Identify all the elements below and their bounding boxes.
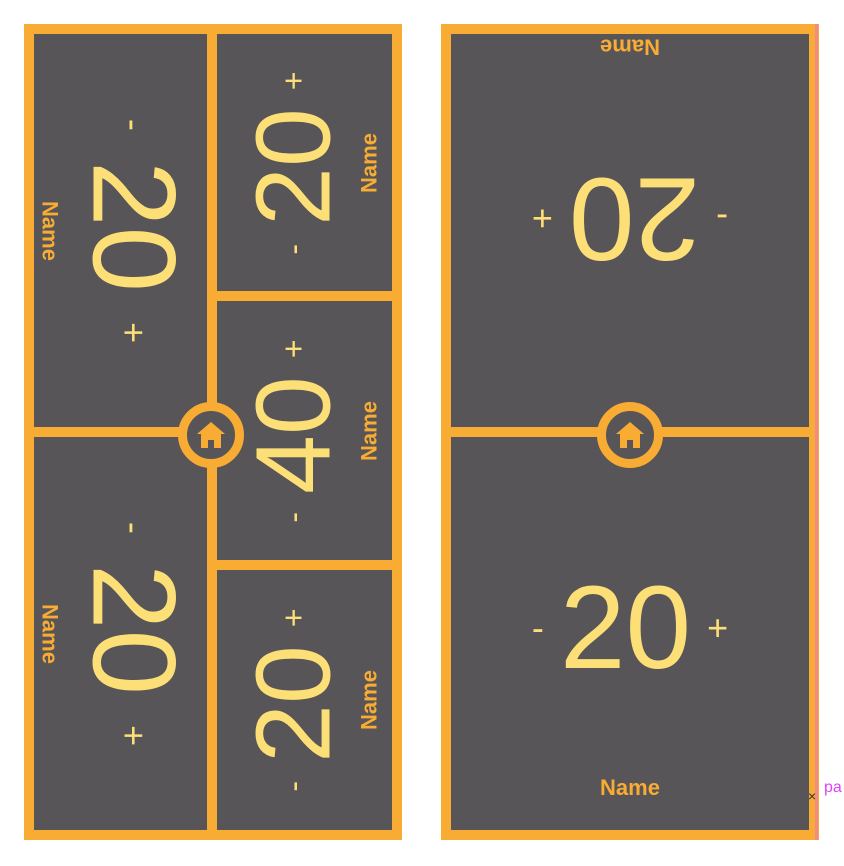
home-icon xyxy=(615,421,645,449)
life-decrement-button[interactable]: - xyxy=(114,94,155,154)
player-name[interactable]: Name xyxy=(600,34,660,59)
player-name[interactable]: Name xyxy=(356,670,381,730)
life-increment-button[interactable]: + xyxy=(275,325,311,372)
life-increment-button[interactable]: + xyxy=(275,594,311,641)
life-decrement-button[interactable]: - xyxy=(275,497,311,536)
player-panel-right-top: - 20 + Name xyxy=(217,34,392,291)
life-total: 20 xyxy=(67,563,200,695)
right-board: - 20 + Name - 20 + Name xyxy=(441,24,819,840)
life-increment-button[interactable]: + xyxy=(114,298,155,367)
life-total: 20 xyxy=(233,107,352,226)
life-decrement-button[interactable]: - xyxy=(708,198,736,239)
life-total: 20 xyxy=(568,152,701,284)
player-panel-top: - 20 + Name xyxy=(451,34,809,427)
life-decrement-button[interactable]: - xyxy=(114,497,155,557)
player-name[interactable]: Name xyxy=(38,201,63,261)
home-button[interactable] xyxy=(597,402,663,468)
player-name[interactable]: Name xyxy=(600,777,660,799)
life-increment-button[interactable]: + xyxy=(114,701,155,770)
player-panel-bottom: - 20 + Name xyxy=(451,437,809,830)
selection-edge-line xyxy=(815,24,818,840)
life-total: 20 xyxy=(559,562,692,694)
life-total: 20 xyxy=(67,160,200,292)
life-decrement-button[interactable]: - xyxy=(275,229,311,268)
player-panel-right-bottom: - 20 + Name xyxy=(217,570,392,830)
left-board: - 20 + Name - 20 + Name - 20 + Name - 40… xyxy=(24,24,402,840)
life-decrement-button[interactable]: - xyxy=(524,610,552,646)
life-total: 20 xyxy=(233,645,352,763)
life-increment-button[interactable]: + xyxy=(524,198,561,239)
player-panel-bottom-left: - 20 + Name xyxy=(34,437,207,830)
home-icon xyxy=(196,421,226,449)
home-button[interactable] xyxy=(178,402,244,468)
life-increment-button[interactable]: + xyxy=(275,57,311,104)
life-total: 40 xyxy=(233,375,352,494)
life-increment-button[interactable]: + xyxy=(699,610,736,646)
close-icon[interactable]: × xyxy=(808,788,816,804)
player-name[interactable]: Name xyxy=(356,133,381,193)
player-panel-top-left: - 20 + Name xyxy=(34,34,207,427)
player-name[interactable]: Name xyxy=(356,401,381,461)
stray-label: pa xyxy=(824,779,842,796)
player-name[interactable]: Name xyxy=(38,604,63,664)
life-decrement-button[interactable]: - xyxy=(275,767,311,806)
